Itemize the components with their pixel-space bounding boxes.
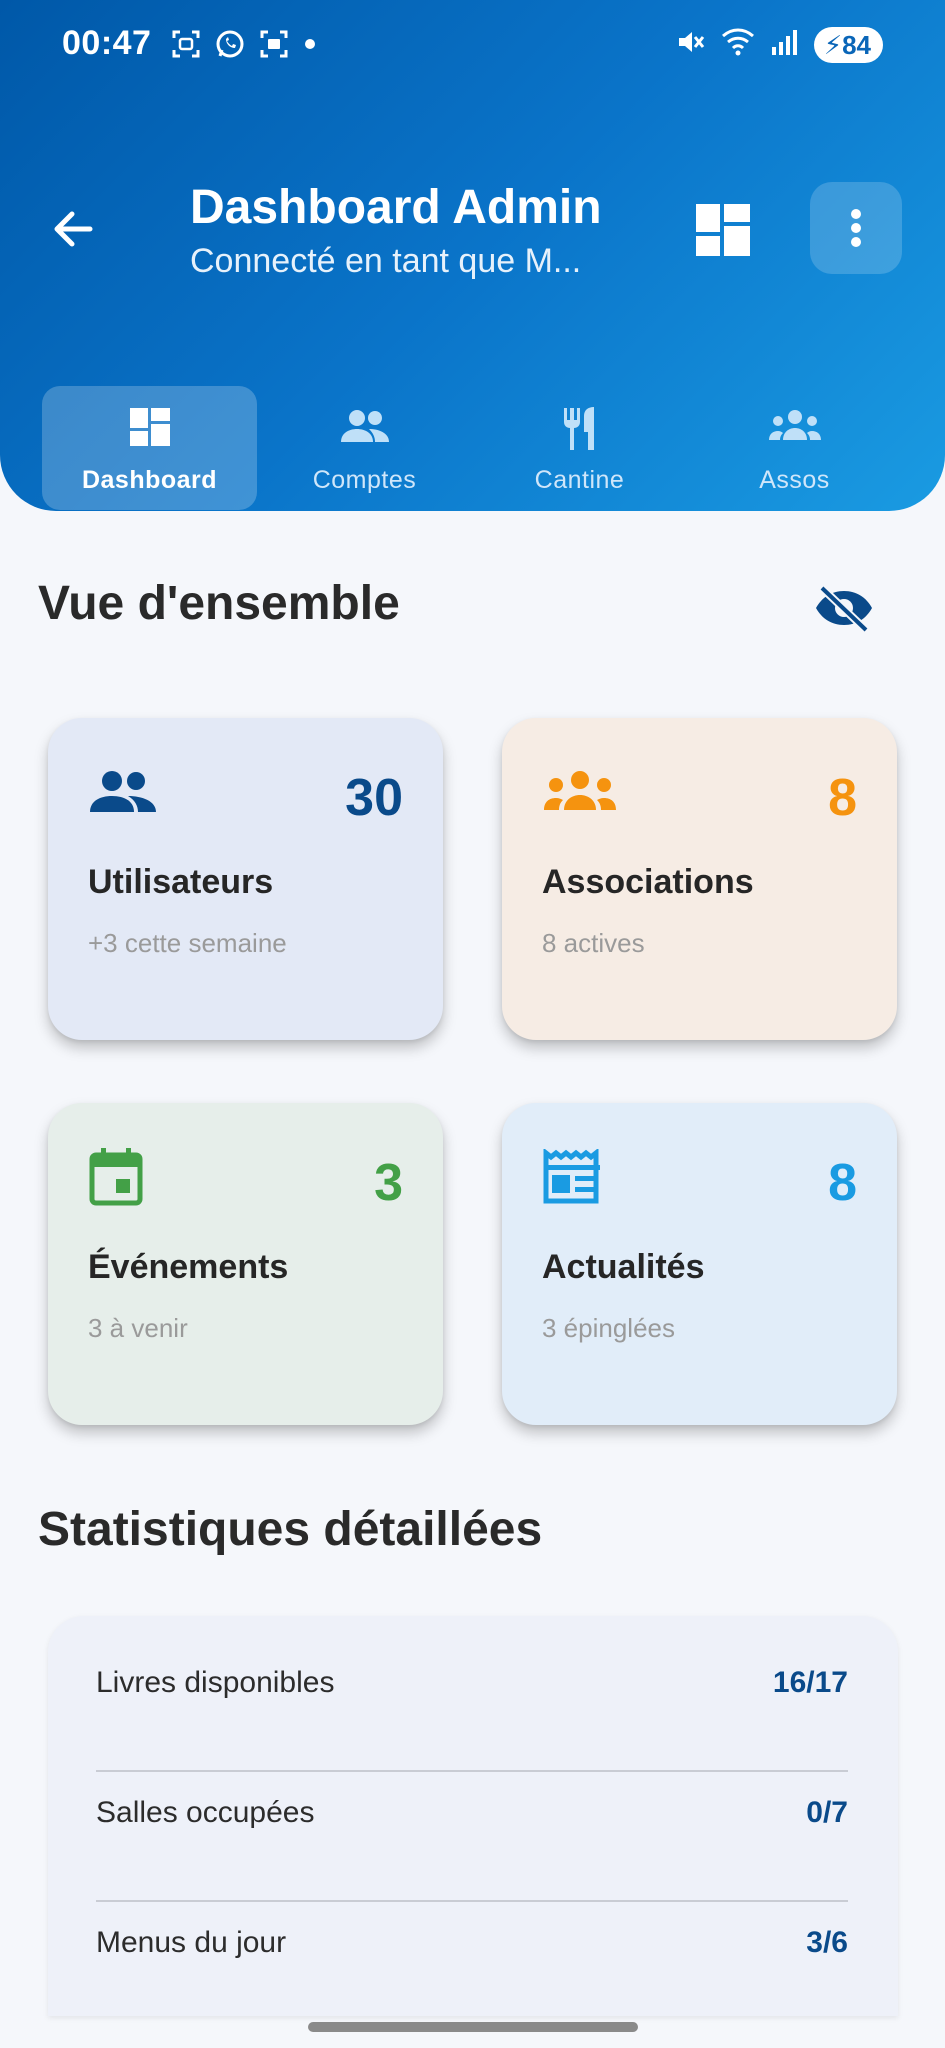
tab-label: Comptes [312, 466, 417, 494]
card-subtext: 3 épinglées [542, 1313, 675, 1343]
newspaper-icon [542, 1147, 604, 1210]
app-bar: Dashboard Admin Connecté en tant que M..… [0, 170, 945, 290]
battery-icon: ⚡84 [813, 26, 883, 63]
dashboard-view-button[interactable] [694, 202, 754, 258]
page-subtitle: Connecté en tant que M... [190, 242, 582, 280]
tab-bar: Dashboard Comptes Cantine Assos [42, 386, 904, 510]
tab-dashboard[interactable]: Dashboard [42, 386, 257, 510]
stat-value: 3/6 [806, 1926, 848, 1959]
news-count: 8 [828, 1154, 857, 1212]
stat-label: Menus du jour [96, 1926, 287, 1959]
card-subtext: +3 cette semaine [88, 928, 287, 958]
restaurant-icon [563, 407, 594, 450]
page-title: Dashboard Admin [190, 181, 602, 234]
home-indicator[interactable] [308, 2022, 638, 2032]
card-label: Actualités [542, 1248, 705, 1286]
scan-icon [258, 28, 290, 65]
arrow-back-icon [54, 211, 93, 247]
dot-icon [302, 36, 318, 57]
tab-label: Cantine [534, 466, 625, 494]
stat-row-books: Livres disponibles 16/17 [96, 1616, 848, 1746]
stat-value: 0/7 [806, 1796, 848, 1829]
stat-card-associations[interactable]: 8 Associations 8 actives [502, 718, 897, 1040]
tab-cantine[interactable]: Cantine [472, 386, 687, 510]
back-button[interactable] [42, 198, 104, 260]
tab-label: Assos [759, 466, 830, 494]
events-count: 3 [374, 1154, 403, 1212]
stat-label: Livres disponibles [96, 1666, 335, 1699]
people-icon [88, 768, 158, 821]
more-options-button[interactable] [810, 182, 902, 274]
visibility-off-icon [816, 585, 872, 633]
groups-icon [542, 768, 618, 819]
groups-icon [768, 410, 821, 440]
detailed-stats-title: Statistiques détaillées [38, 1503, 543, 1556]
battery-level: 84 [842, 29, 871, 60]
signal-icon [770, 27, 800, 62]
card-label: Utilisateurs [88, 863, 274, 901]
associations-count: 8 [828, 769, 857, 827]
whatsapp-icon [214, 28, 246, 65]
card-subtext: 3 à venir [88, 1313, 188, 1343]
mute-icon [674, 26, 706, 63]
tab-assos[interactable]: Assos [687, 386, 902, 510]
overview-title: Vue d'ensemble [38, 577, 400, 630]
stat-card-events[interactable]: 3 Événements 3 à venir [48, 1103, 443, 1425]
card-label: Événements [88, 1248, 289, 1286]
tab-comptes[interactable]: Comptes [257, 386, 472, 510]
toggle-visibility-button[interactable] [808, 572, 880, 644]
status-time: 00:47 [62, 24, 152, 62]
tab-label: Dashboard [81, 466, 218, 494]
more-vert-icon [851, 209, 861, 247]
people-icon [340, 410, 389, 442]
users-count: 30 [345, 769, 403, 827]
stat-row-rooms: Salles occupées 0/7 [96, 1746, 848, 1876]
dashboard-icon [129, 408, 170, 446]
calendar-icon [88, 1147, 144, 1212]
status-bar: 00:47 ⚡84 [0, 0, 945, 92]
card-subtext: 8 actives [542, 928, 645, 958]
stat-value: 16/17 [772, 1666, 848, 1699]
stat-card-users[interactable]: 30 Utilisateurs +3 cette semaine [48, 718, 443, 1040]
detailed-stats-card: Livres disponibles 16/17 Salles occupées… [48, 1616, 898, 2016]
screenshot-icon [170, 28, 202, 65]
stat-row-menus: Menus du jour 3/6 [96, 1876, 848, 2006]
card-label: Associations [542, 863, 754, 901]
wifi-icon [720, 26, 756, 63]
dashboard-icon [696, 204, 750, 256]
app-header: 00:47 ⚡84 Dashboard Admin Connecté en ta… [0, 0, 945, 511]
stat-card-news[interactable]: 8 Actualités 3 épinglées [502, 1103, 897, 1425]
stat-label: Salles occupées [96, 1796, 315, 1829]
